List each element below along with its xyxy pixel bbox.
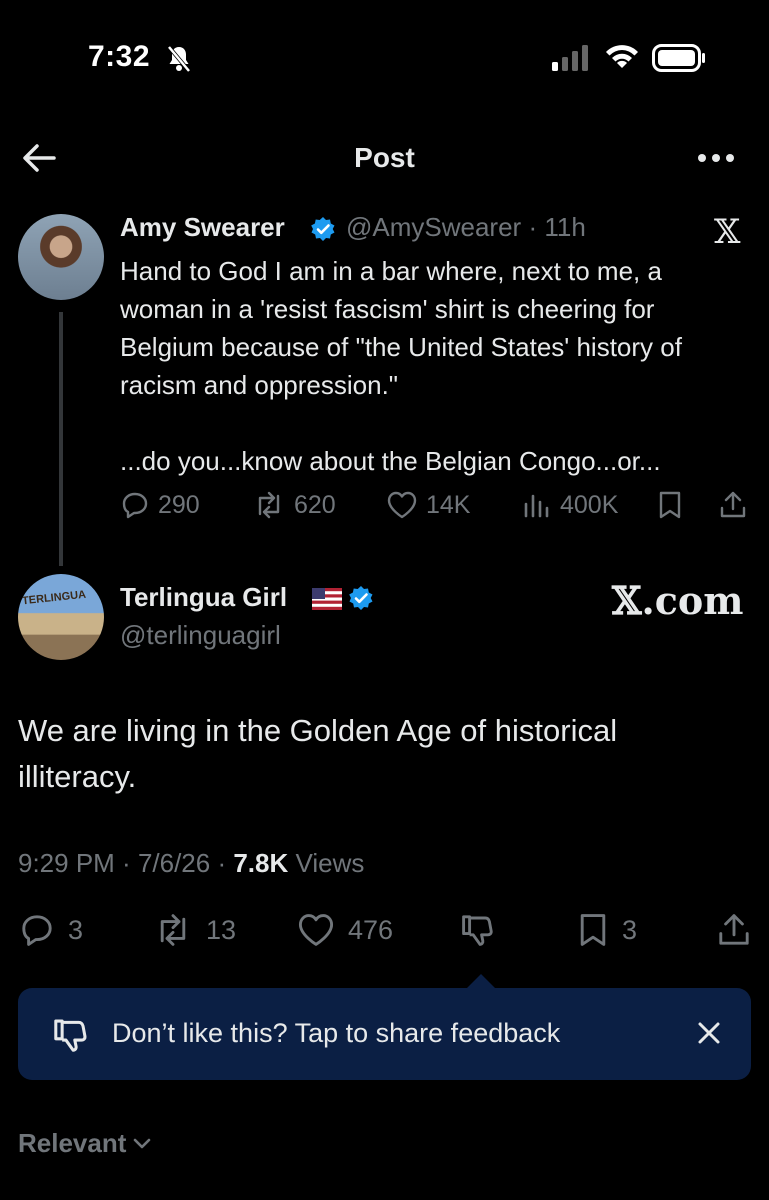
sort-dropdown[interactable]: Relevant [18, 1128, 152, 1159]
verified-icon [348, 585, 374, 616]
avatar-terlingua[interactable]: TERLINGUA [18, 574, 104, 660]
like-icon [387, 491, 417, 519]
page-title: Post [354, 142, 415, 173]
post-date: 7/6/26 [137, 848, 211, 878]
more-icon[interactable] [696, 148, 736, 173]
quoted-reply-button[interactable]: 290 [120, 490, 200, 520]
post-timestamp: 9:29 PM · 7/6/26 · 7.8K Views [18, 848, 364, 879]
reply-count: 290 [158, 490, 200, 519]
bookmark-icon [580, 914, 606, 946]
feedback-pointer [467, 974, 495, 988]
dislike-button[interactable] [460, 912, 496, 948]
like-icon [298, 914, 334, 946]
quoted-author-handle[interactable]: @AmySwearer · 11h [346, 212, 586, 243]
battery-icon [652, 44, 706, 77]
views-count: 400K [560, 490, 619, 519]
repost-icon [160, 914, 186, 946]
status-time: 7:32 [88, 40, 151, 73]
feedback-text[interactable]: Don’t like this? Tap to share feedback [112, 1018, 560, 1049]
repost-count: 13 [206, 914, 237, 945]
wifi-icon [604, 42, 640, 75]
thread-line [59, 312, 63, 566]
quoted-bookmark-button[interactable] [656, 490, 684, 520]
share-icon [719, 914, 749, 945]
reply-icon [22, 915, 52, 946]
share-icon [720, 491, 746, 518]
separator-dot: · [210, 848, 234, 878]
verified-icon [310, 216, 336, 247]
repost-icon [258, 491, 280, 519]
quoted-share-button[interactable] [718, 490, 748, 520]
bookmark-count: 3 [622, 914, 638, 945]
reply-icon [122, 492, 148, 519]
reply-count: 3 [68, 914, 84, 945]
like-count: 14K [426, 490, 471, 519]
like-button[interactable]: 476 [296, 912, 393, 948]
signal-icon [552, 45, 592, 76]
views-label: Views [295, 848, 365, 878]
repost-count: 620 [294, 490, 336, 519]
author-handle[interactable]: @terlinguagirl [120, 620, 281, 651]
like-count: 476 [348, 914, 394, 945]
quoted-repost-button[interactable]: 620 [252, 490, 336, 520]
post-time: 9:29 PM [18, 848, 115, 878]
chevron-down-icon [134, 1138, 151, 1148]
reply-button[interactable]: 3 [18, 912, 83, 948]
post-text: We are living in the Golden Age of histo… [18, 713, 618, 794]
bookmark-icon [659, 491, 681, 519]
avatar-sign-text: TERLINGUA [21, 588, 87, 608]
dislike-icon [50, 1016, 92, 1059]
flag-icon [312, 588, 342, 615]
bell-slash-icon [166, 44, 192, 79]
views-count: 7.8K [233, 848, 289, 878]
views-icon [524, 494, 549, 518]
dislike-icon [462, 915, 493, 946]
bookmark-button[interactable]: 3 [576, 912, 637, 948]
quoted-author-name[interactable]: Amy Swearer [120, 212, 285, 243]
close-icon[interactable] [696, 1020, 722, 1051]
x-com-watermark: 𝕏.com [612, 578, 744, 623]
quoted-views-button[interactable]: 400K [522, 490, 618, 520]
separator-dot: · [114, 848, 138, 878]
avatar-amy[interactable] [18, 214, 104, 300]
sort-label: Relevant [18, 1128, 127, 1158]
separator-dot: · [521, 212, 545, 242]
repost-button[interactable]: 13 [152, 912, 236, 948]
author-name[interactable]: Terlingua Girl [120, 582, 287, 613]
share-button[interactable] [716, 912, 752, 948]
post-age: 11h [544, 212, 586, 242]
quoted-like-button[interactable]: 14K [386, 490, 470, 520]
handle-text: @AmySwearer [346, 212, 522, 242]
quoted-post-text[interactable]: Hand to God I am in a bar where, next to… [120, 252, 750, 480]
x-logo-icon: 𝕏 [714, 212, 741, 252]
